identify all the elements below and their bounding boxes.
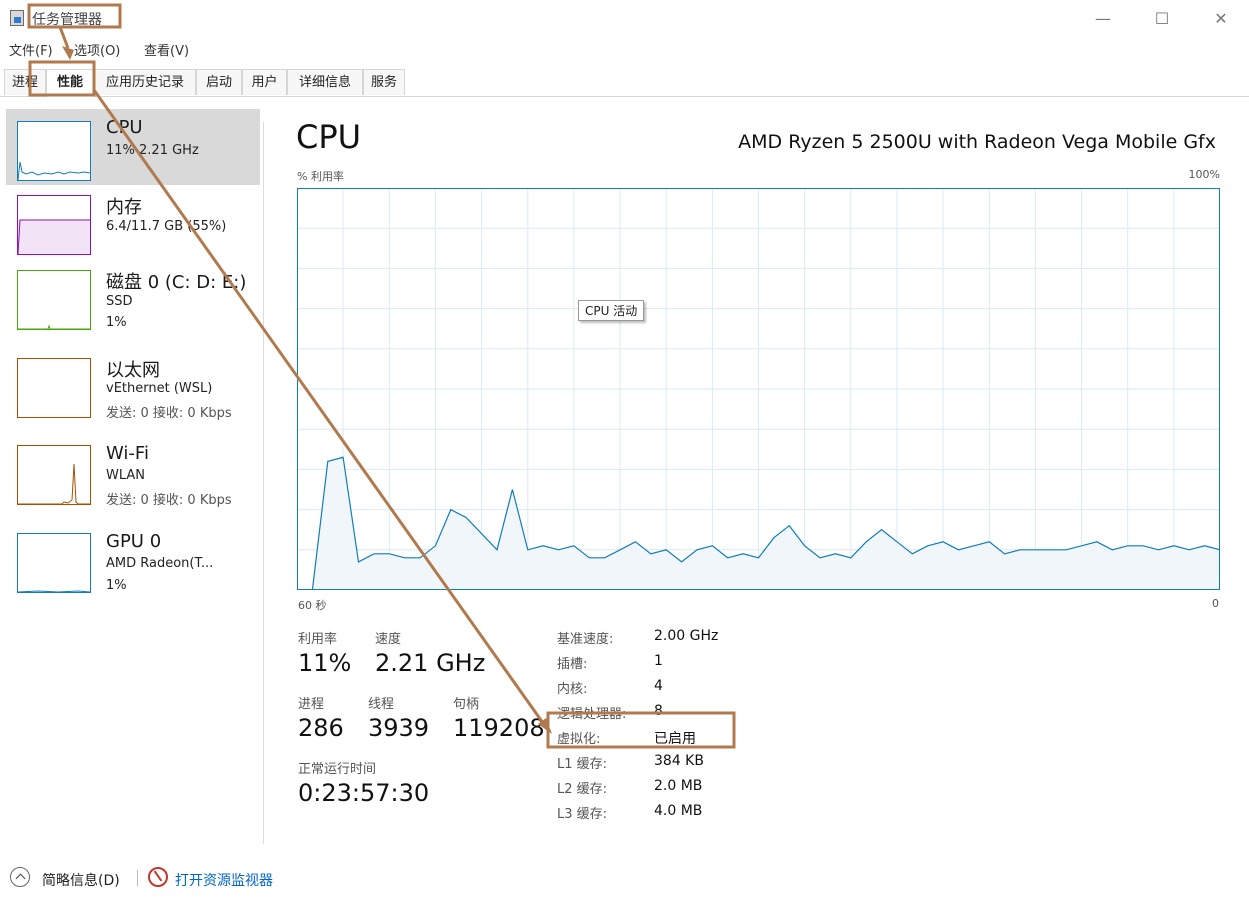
wifi-thumbnail-graph [17,445,91,505]
l3-cache-value: 4.0 MB [654,803,703,819]
sidebar-item-detail: AMD Radeon(T... [106,556,214,571]
page-title: CPU [296,118,362,156]
resource-sidebar: CPU 11% 2.21 GHz 内存 6.4/11.7 GB (55%) 磁盘… [0,97,265,847]
threads-label: 线程 [368,697,395,712]
processes-value: 286 [298,714,344,742]
cpu-activity-tooltip: CPU 活动 [578,300,645,321]
cpu-usage-graph [297,188,1220,590]
ethernet-thumbnail-graph [17,358,91,418]
sidebar-item-detail: SSD [106,294,133,309]
sidebar-item-detail: WLAN [106,468,146,483]
memory-thumbnail-graph [17,195,91,255]
virtualization-label: 虚拟化: [557,732,601,747]
tab-services[interactable]: 服务 [363,69,405,95]
sidebar-item-detail-2: 1% [106,578,127,593]
tab-processes[interactable]: 进程 [4,69,46,95]
sidebar-item-name: Wi-Fi [106,443,149,464]
sidebar-item-wifi[interactable]: Wi-Fi WLAN 发送: 0 接收: 0 Kbps [6,435,260,511]
window-title: 任务管理器 [32,12,102,28]
sidebar-item-detail: vEthernet (WSL) [106,381,213,396]
tab-details[interactable]: 详细信息 [287,69,363,95]
speed-value: 2.21 GHz [375,649,486,677]
chevron-up-circle-icon[interactable] [10,867,30,887]
cpu-thumbnail-graph [17,121,91,181]
task-manager-app-icon [10,10,24,26]
handles-label: 句柄 [453,697,480,712]
sidebar-item-cpu[interactable]: CPU 11% 2.21 GHz [6,109,260,185]
utilization-label: 利用率 [298,632,338,647]
menu-options[interactable]: 选项(O) [74,40,120,59]
graph-x-left-label: 60 秒 [298,599,327,612]
cores-value: 4 [654,678,663,694]
sidebar-item-gpu[interactable]: GPU 0 AMD Radeon(T... 1% [6,523,260,599]
sidebar-divider [263,122,264,844]
logical-processors-value: 8 [654,703,663,719]
sidebar-item-detail-2: 发送: 0 接收: 0 Kbps [106,406,232,421]
virtualization-value: 已启用 [654,731,696,747]
maximize-button[interactable]: ☐ [1147,8,1177,30]
annotation-arrowhead-tab [62,46,74,60]
tab-bar: 进程 性能 应用历史记录 启动 用户 详细信息 服务 [0,69,1249,97]
menu-view[interactable]: 查看(V) [144,40,189,59]
footer-bar: 简略信息(D) 打开资源监视器 [0,865,600,895]
cores-label: 内核: [557,682,588,697]
tab-app-history[interactable]: 应用历史记录 [94,69,196,95]
sockets-label: 插槽: [557,657,588,672]
processes-label: 进程 [298,697,325,712]
l1-cache-value: 384 KB [654,753,704,769]
l2-cache-label: L2 缓存: [557,782,608,797]
utilization-value: 11% [298,649,352,677]
graph-y-label: % 利用率 [297,170,344,183]
tab-users[interactable]: 用户 [242,69,287,95]
sidebar-item-detail: 11% 2.21 GHz [106,143,199,158]
graph-y-max: 100% [1188,168,1220,181]
sidebar-item-detail-2: 1% [106,315,127,330]
base-speed-label: 基准速度: [557,632,614,647]
sidebar-item-name: 内存 [106,197,142,218]
footer-separator [137,870,138,886]
tab-startup[interactable]: 启动 [196,69,242,95]
base-speed-value: 2.00 GHz [654,628,719,644]
logical-processors-label: 逻辑处理器: [557,707,627,722]
l1-cache-label: L1 缓存: [557,757,608,772]
sidebar-item-disk[interactable]: 磁盘 0 (C: D: E:) SSD 1% [6,260,260,336]
minimize-button[interactable]: — [1088,8,1118,30]
open-resource-monitor-link[interactable]: 打开资源监视器 [175,870,273,890]
speed-label: 速度 [375,632,402,647]
uptime-label: 正常运行时间 [298,762,377,777]
tab-performance[interactable]: 性能 [46,69,94,97]
sidebar-item-name: 以太网 [106,360,160,381]
graph-x-right-label: 0 [1212,597,1219,610]
close-button[interactable]: ✕ [1206,8,1236,30]
sidebar-item-detail-2: 发送: 0 接收: 0 Kbps [106,493,232,508]
l2-cache-value: 2.0 MB [654,778,703,794]
sidebar-item-memory[interactable]: 内存 6.4/11.7 GB (55%) [6,185,260,261]
sidebar-item-name: 磁盘 0 (C: D: E:) [106,272,247,293]
sidebar-item-name: CPU [106,117,143,138]
sidebar-item-detail: 6.4/11.7 GB (55%) [106,219,227,234]
disk-thumbnail-graph [17,270,91,330]
gpu-thumbnail-graph [17,533,91,593]
menu-file[interactable]: 文件(F) [9,40,53,59]
sidebar-item-ethernet[interactable]: 以太网 vEthernet (WSL) 发送: 0 接收: 0 Kbps [6,348,260,424]
l3-cache-label: L3 缓存: [557,807,608,822]
handles-value: 119208 [453,714,545,742]
uptime-value: 0:23:57:30 [298,779,430,807]
fewer-details-button[interactable]: 简略信息(D) [42,870,120,890]
threads-value: 3939 [368,714,430,742]
resource-monitor-icon[interactable] [148,867,168,887]
sockets-value: 1 [654,653,663,669]
cpu-model-name: AMD Ryzen 5 2500U with Radeon Vega Mobil… [738,131,1216,153]
title-bar: 任务管理器 — ☐ ✕ [0,0,1249,38]
sidebar-item-name: GPU 0 [106,531,162,552]
